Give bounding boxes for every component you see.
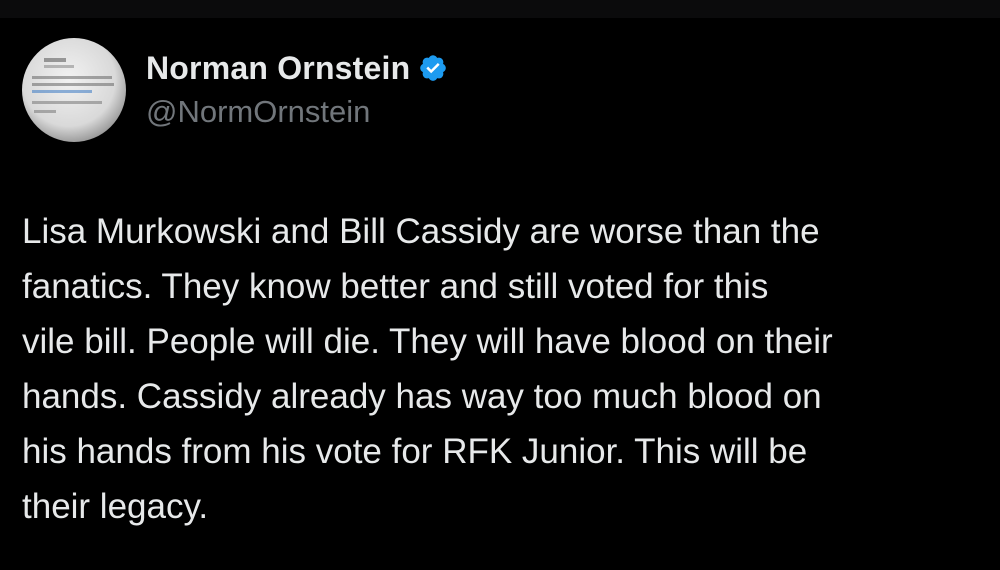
tweet-text-line: their legacy. [22, 487, 209, 526]
tweet-text-line: Lisa Murkowski and Bill Cassidy are wors… [22, 212, 820, 251]
author-display-name[interactable]: Norman Ornstein [146, 50, 410, 87]
verified-badge-icon [418, 53, 448, 83]
tweet-text-line: fanatics. They know better and still vot… [22, 267, 769, 306]
tweet-text: Lisa Murkowski and Bill Cassidy are wors… [22, 204, 982, 534]
author-name-row: Norman Ornstein [146, 48, 448, 88]
avatar-screenshot-image [32, 58, 114, 113]
top-bar [0, 0, 1000, 18]
tweet-text-line: his hands from his vote for RFK Junior. … [22, 432, 808, 471]
tweet-card[interactable]: Norman Ornstein @NormOrnstein Lisa Murko… [0, 18, 1000, 570]
author-avatar[interactable] [22, 38, 126, 142]
tweet-text-line: hands. Cassidy already has way too much … [22, 377, 822, 416]
author-handle[interactable]: @NormOrnstein [146, 94, 370, 130]
tweet-text-line: vile bill. People will die. They will ha… [22, 322, 833, 361]
